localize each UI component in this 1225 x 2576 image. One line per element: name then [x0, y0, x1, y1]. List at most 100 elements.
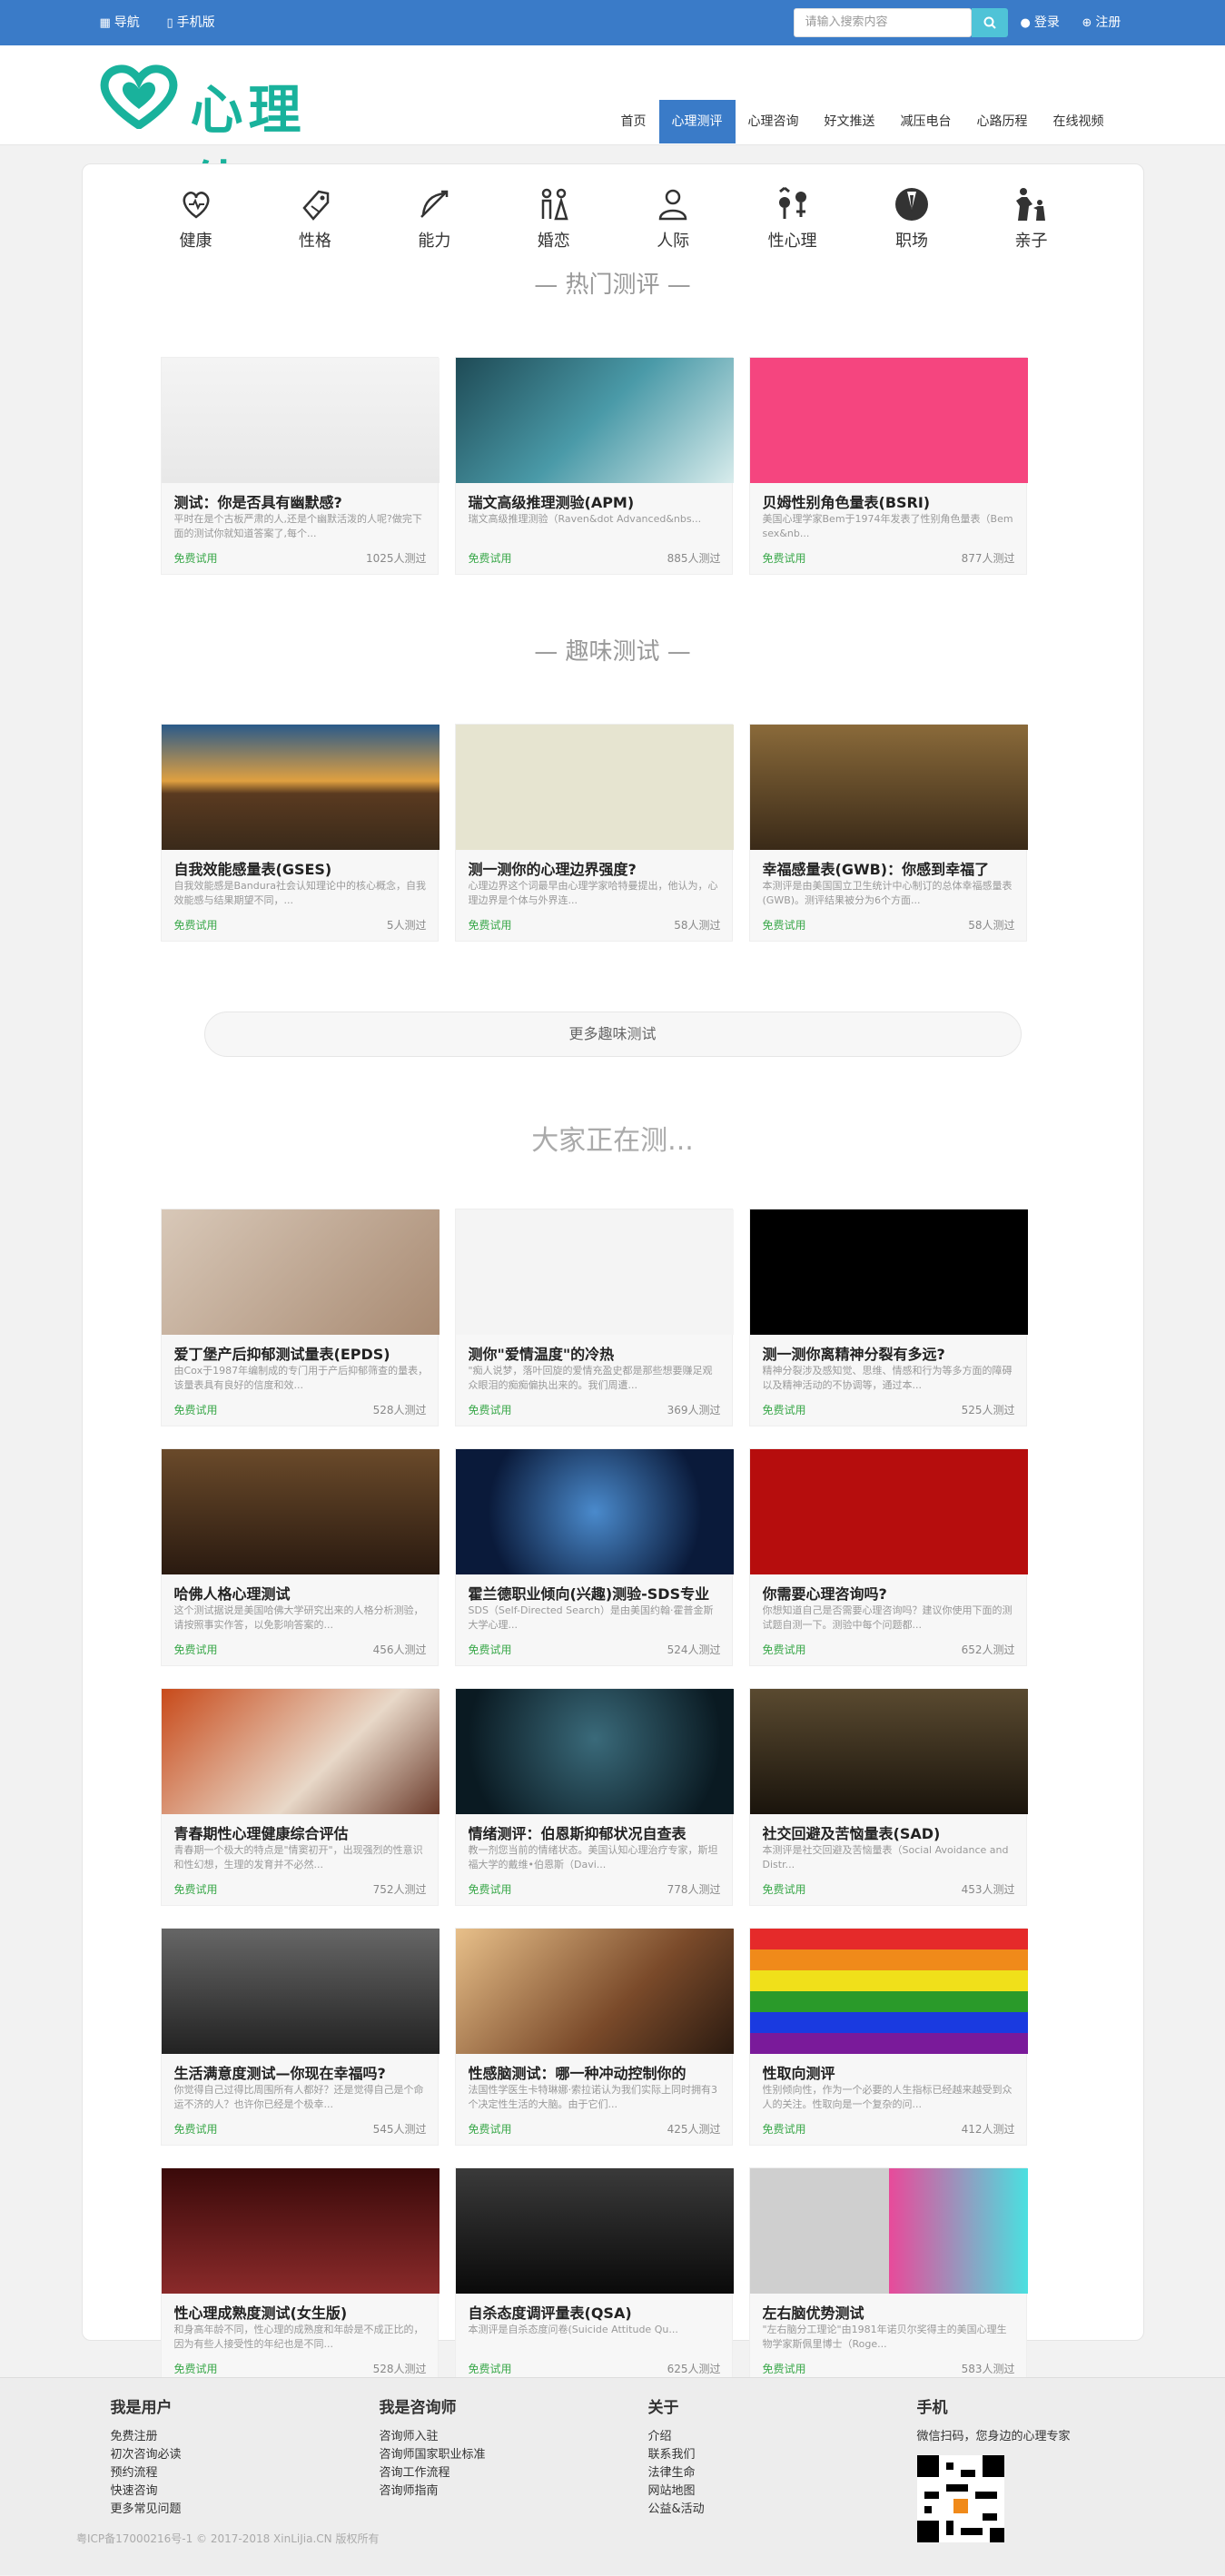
category-3[interactable]: 婚恋 [513, 184, 595, 252]
free-trial-link[interactable]: 免费试用 [763, 917, 806, 933]
nav-item[interactable]: 心理测评 [658, 100, 736, 143]
test-card[interactable]: 幸福感量表(GWB)：你感到幸福了 本测评是由美国国立卫生统计中心制订的总体幸福感… [748, 724, 1028, 942]
test-card-image [161, 1209, 440, 1335]
test-count: 5人测过 [386, 919, 427, 932]
test-card[interactable]: 哈佛人格心理测试 这个测试据说是美国哈佛大学研究出来的人格分析测验，请按照事实作答… [160, 1448, 440, 1666]
test-card[interactable]: 测一测你离精神分裂有多远? 精神分裂涉及感知觉、思维、情感和行为等多方面的障碍以及… [748, 1209, 1028, 1426]
free-trial-link[interactable]: 免费试用 [469, 1881, 512, 1897]
test-card-image [749, 1929, 1028, 2054]
footer-link[interactable]: 预约流程 [111, 2464, 182, 2482]
test-card[interactable]: 社交回避及苦恼量表(SAD) 本测评是社交回避及苦恼量表（Social Avoid… [748, 1688, 1028, 1906]
test-count: 778人测过 [667, 1883, 721, 1896]
test-card-desc: 这个测试据说是美国哈佛大学研究出来的人格分析测验，请按照事实作答，以免影响答案的… [173, 1604, 424, 1631]
footer-col: 关于 介绍 联系我们 法律生命 网站地图 公益&活动 [648, 2394, 705, 2519]
footer-link[interactable]: 介绍 [648, 2428, 705, 2446]
search-input[interactable]: 请输入搜索内容 [793, 8, 972, 37]
test-card[interactable]: 生活满意度测试—你现在幸福吗? 你觉得自己过得比周围所有人都好？还是觉得自己是个命… [160, 1928, 440, 2146]
footer-link[interactable]: 公益&活动 [648, 2501, 705, 2519]
nav-menu-link[interactable]: ▦ 导航 [100, 0, 140, 45]
test-card-image [455, 358, 734, 483]
test-card[interactable]: 青春期性心理健康综合评估 青春期一个极大的特点是"情窦初开"，出现强烈的性意识和性… [160, 1688, 440, 1906]
footer-link[interactable]: 网站地图 [648, 2482, 705, 2501]
test-card-title: 左右脑优势测试 [762, 2305, 864, 2322]
footer-link[interactable]: 更多常见问题 [111, 2501, 182, 2519]
footer-link[interactable]: 法律生命 [648, 2464, 705, 2482]
test-card[interactable]: 性取向测评 性别倾向性，作为一个必要的人生指标已经越来越受到众人的关注。性取向是一… [748, 1928, 1028, 2146]
category-5[interactable]: 性心理 [752, 184, 834, 252]
free-trial-link[interactable]: 免费试用 [174, 1642, 218, 1657]
free-trial-link[interactable]: 免费试用 [469, 1642, 512, 1657]
free-trial-link[interactable]: 免费试用 [174, 1402, 218, 1417]
footer-link[interactable]: 咨询师国家职业标准 [380, 2446, 486, 2464]
test-card[interactable]: 霍兰德职业倾向(兴趣)测验-SDS专业 SDS（Self-Directed Sea… [454, 1448, 734, 1666]
test-count: 524人测过 [667, 1643, 721, 1656]
logo[interactable]: 心理佳 [100, 62, 345, 217]
footer-link[interactable]: 咨询师指南 [380, 2482, 486, 2501]
free-trial-link[interactable]: 免费试用 [763, 1402, 806, 1417]
free-trial-link[interactable]: 免费试用 [469, 1402, 512, 1417]
free-trial-link[interactable]: 免费试用 [763, 2361, 806, 2376]
free-trial-link[interactable]: 免费试用 [763, 2121, 806, 2137]
category-0[interactable]: 健康 [155, 184, 237, 252]
free-trial-link[interactable]: 免费试用 [174, 550, 218, 566]
mobile-label: 手机版 [176, 15, 215, 30]
category-7[interactable]: 亲子 [990, 184, 1072, 252]
free-trial-link[interactable]: 免费试用 [174, 2361, 218, 2376]
nav-item[interactable]: 心理咨询 [736, 100, 812, 143]
free-trial-link[interactable]: 免费试用 [763, 550, 806, 566]
nav-item[interactable]: 在线视频 [1041, 100, 1117, 143]
test-card-desc: 自我效能感是Bandura社会认知理论中的核心概念，自我效能感与结果期望不同，.… [173, 880, 426, 906]
category-2[interactable]: 能力 [393, 184, 475, 252]
search-button[interactable] [971, 8, 1008, 37]
test-card[interactable]: 自杀态度调评量表(QSA) 本测评是自杀态度问卷(Suicide Attitude… [454, 2167, 734, 2385]
test-card[interactable]: 爱丁堡产后抑郁测试量表(EPDS) 由Cox于1987年编制成的专门用于产后抑郁筛… [160, 1209, 440, 1426]
category-label: 亲子 [1014, 232, 1048, 251]
free-trial-link[interactable]: 免费试用 [174, 917, 218, 933]
nav-item[interactable]: 减压电台 [888, 100, 964, 143]
category-6[interactable]: 职场 [871, 184, 953, 252]
test-card-image [749, 1449, 1028, 1574]
free-trial-link[interactable]: 免费试用 [469, 2361, 512, 2376]
register-link[interactable]: ⊕ 注册 [1082, 0, 1121, 45]
test-card[interactable]: 瑞文高级推理测验(APM) 瑞文高级推理测验（Raven&dot Advanced… [454, 357, 734, 575]
test-count: 1025人测过 [365, 552, 427, 565]
test-card[interactable]: 性感脑测试：哪一种冲动控制你的 法国性学医生卡特琳娜·索拉诺认为我们实际上同时拥有… [454, 1928, 734, 2146]
footer-link[interactable]: 初次咨询必读 [111, 2446, 182, 2464]
test-card-title: 情绪测评：伯恩斯抑郁状况自查表 [468, 1825, 687, 1842]
category-4[interactable]: 人际 [632, 184, 714, 252]
free-trial-link[interactable]: 免费试用 [763, 1881, 806, 1897]
footer-link[interactable]: 联系我们 [648, 2446, 705, 2464]
test-card[interactable]: 测你"爱情温度"的冷热 "痴人说梦，落叶回旋的爱情充盈史都是那些想要赚足观众眼泪的… [454, 1209, 734, 1426]
login-link[interactable]: ● 登录 [1021, 0, 1060, 45]
test-card[interactable]: 测试：你是否具有幽默感? 平时在是个古板严肃的人,还是个幽默活泼的人呢?做完下面的… [160, 357, 440, 575]
test-card-title: 贝姆性别角色量表(BSRI) [762, 494, 931, 511]
free-trial-link[interactable]: 免费试用 [174, 2121, 218, 2137]
free-trial-link[interactable]: 免费试用 [174, 1881, 218, 1897]
more-fun-tests-button[interactable]: 更多趣味测试 [203, 1012, 1022, 1057]
nav-item[interactable]: 好文推送 [812, 100, 888, 143]
test-card[interactable]: 你需要心理咨询吗? 你想知道自己是否需要心理咨询吗？建议你使用下面的测试题自测一下… [748, 1448, 1028, 1666]
footer-link[interactable]: 咨询工作流程 [380, 2464, 486, 2482]
mobile-link[interactable]: ▯ 手机版 [167, 0, 215, 45]
test-card[interactable]: 测一测你的心理边界强度? 心理边界这个词最早由心理学家哈特曼提出，他认为，心理边界… [454, 724, 734, 942]
test-count: 58人测过 [968, 919, 1015, 932]
test-card[interactable]: 性心理成熟度测试(女生版) 和身高年龄不同，性心理的成熟度和年龄是不成正比的，因为… [160, 2167, 440, 2385]
test-card[interactable]: 自我效能感量表(GSES) 自我效能感是Bandura社会认知理论中的核心概念，自… [160, 724, 440, 942]
nav-item[interactable]: 首页 [608, 100, 659, 143]
free-trial-link[interactable]: 免费试用 [469, 550, 512, 566]
test-card-image [455, 1209, 734, 1335]
test-card[interactable]: 左右脑优势测试 "左右脑分工理论"由1981年诺贝尔奖得主的美国心理生物学家斯佩里… [748, 2167, 1028, 2385]
login-label: 登录 [1033, 15, 1060, 30]
category-1[interactable]: 性格 [274, 184, 356, 252]
free-trial-link[interactable]: 免费试用 [469, 917, 512, 933]
footer-link[interactable]: 免费注册 [111, 2428, 182, 2446]
test-card[interactable]: 情绪测评：伯恩斯抑郁状况自查表 教一剂您当前的情绪状态。美国认知心理治疗专家，斯坦… [454, 1688, 734, 1906]
test-card-title: 生活满意度测试—你现在幸福吗? [173, 2065, 386, 2082]
footer-link[interactable]: 微信扫码，您身边的心理专家 [917, 2428, 1071, 2446]
footer-link[interactable]: 快速咨询 [111, 2482, 182, 2501]
footer-link[interactable]: 咨询师入驻 [380, 2428, 486, 2446]
test-card[interactable]: 贝姆性别角色量表(BSRI) 美国心理学家Bem于1974年发表了性别角色量表（B… [748, 357, 1028, 575]
free-trial-link[interactable]: 免费试用 [763, 1642, 806, 1657]
free-trial-link[interactable]: 免费试用 [469, 2121, 512, 2137]
nav-item[interactable]: 心路历程 [964, 100, 1041, 143]
